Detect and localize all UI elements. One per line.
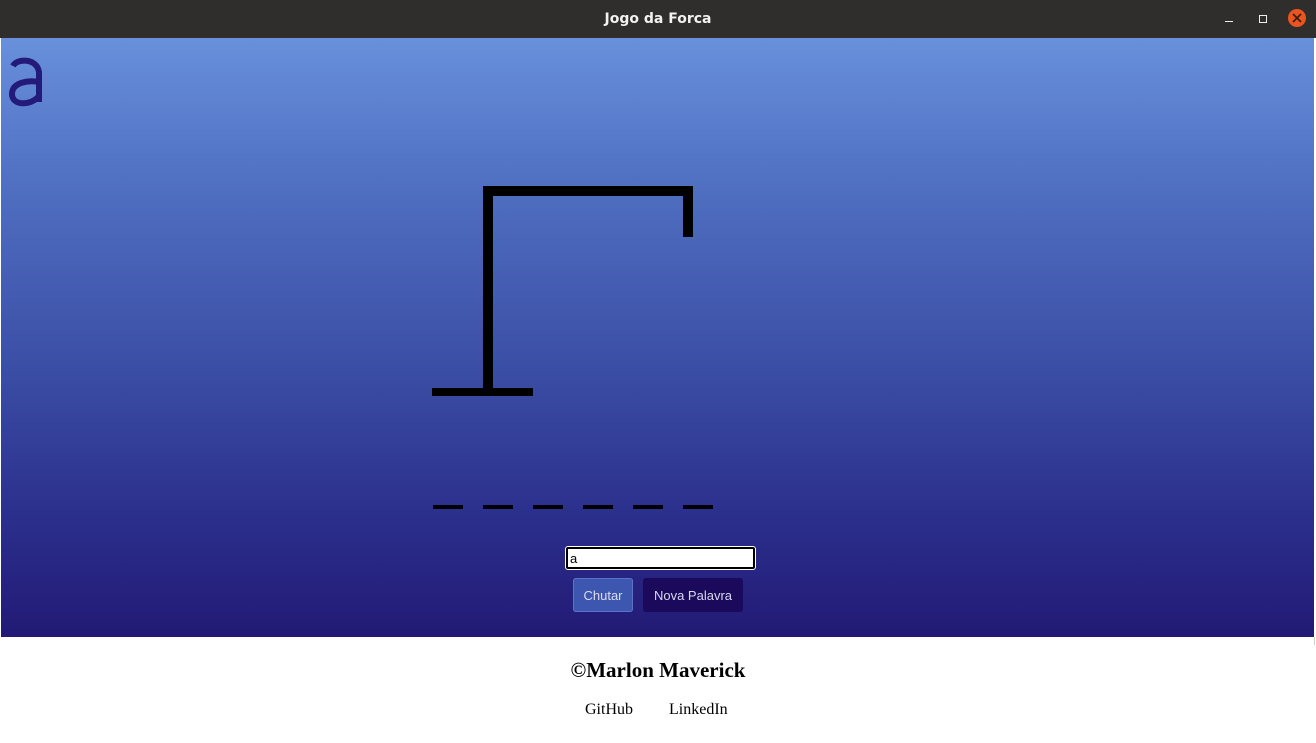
window-title: Jogo da Forca [604, 11, 712, 27]
author-credit: ©Marlon Maverick [570, 658, 746, 682]
maximize-icon[interactable] [1254, 10, 1272, 28]
github-link[interactable]: GitHub [585, 701, 633, 719]
minimize-icon[interactable] [1220, 10, 1238, 28]
logo-icon [8, 57, 42, 107]
letter-slot [483, 505, 513, 509]
window-edge [1314, 637, 1315, 645]
letter-slot [533, 505, 563, 509]
linkedin-link[interactable]: LinkedIn [669, 701, 728, 719]
footer: ©Marlon Maverick GitHub LinkedIn [0, 637, 1316, 743]
letter-slot [583, 505, 613, 509]
window-titlebar: Jogo da Forca [0, 0, 1316, 38]
guess-button[interactable]: Chutar [573, 578, 633, 612]
game-area: Chutar Nova Palavra [1, 38, 1314, 637]
letter-slot [633, 505, 663, 509]
gallows-drawing [432, 186, 693, 396]
letter-slot [433, 505, 463, 509]
letter-slot [683, 505, 713, 509]
new-word-button[interactable]: Nova Palavra [643, 578, 743, 612]
close-icon[interactable] [1288, 9, 1306, 27]
guess-input[interactable] [565, 546, 756, 570]
